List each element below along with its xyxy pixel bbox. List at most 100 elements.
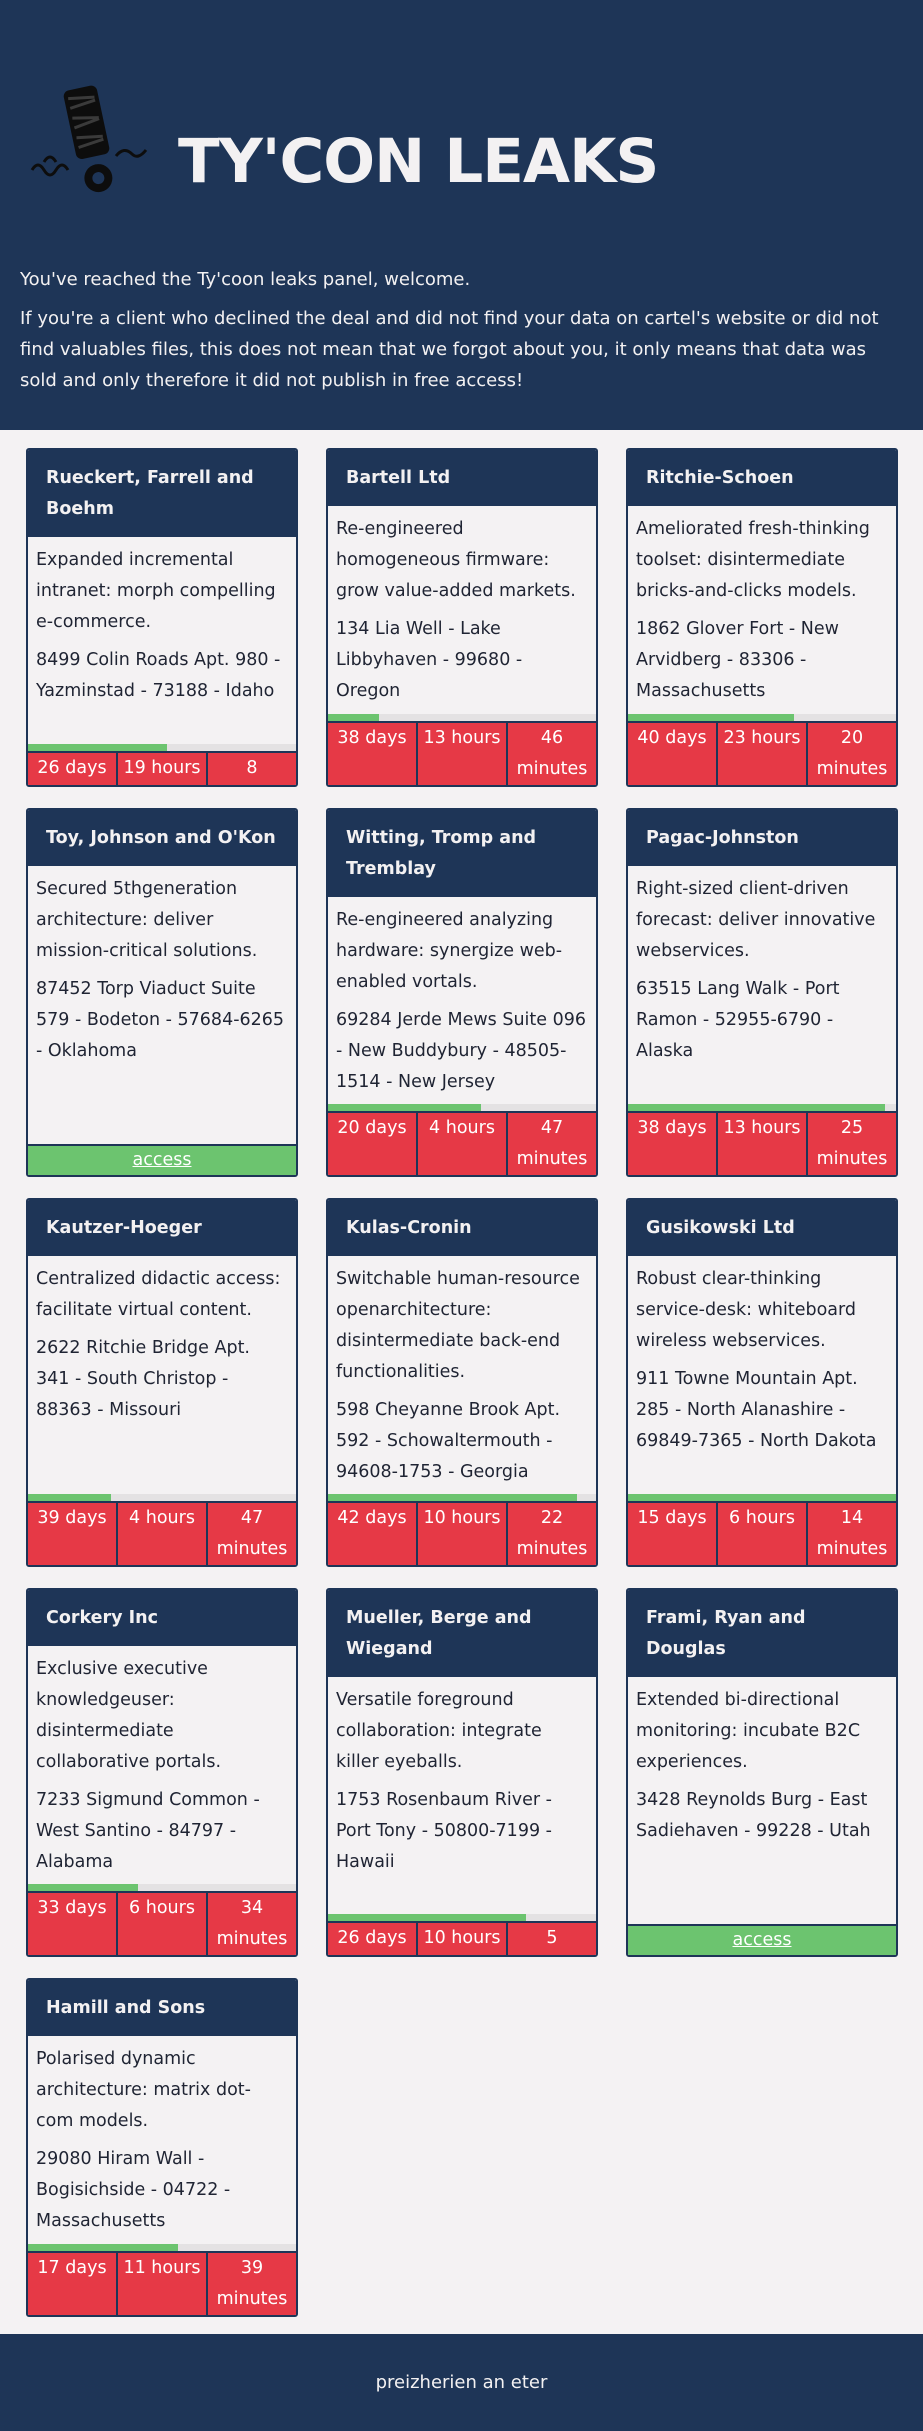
leak-card: Frami, Ryan and Douglas Extended bi-direc… <box>626 1588 898 1957</box>
card-body: Re-engineered homogeneous firmware: grow… <box>328 506 596 707</box>
company-name: Corkery Inc <box>28 1590 296 1646</box>
leak-card: Witting, Tromp and Tremblay Re-engineered… <box>326 808 598 1177</box>
countdown-minutes: 8 minutes <box>206 753 296 785</box>
leak-card: Rueckert, Farrell and Boehm Expanded incr… <box>26 448 298 787</box>
publish-progress-bar <box>328 1914 596 1921</box>
countdown-timer: 15 days 6 hours 14 minutes <box>628 1501 896 1565</box>
company-address: 8499 Colin Roads Apt. 980 - Yazminstad -… <box>36 650 281 701</box>
countdown-days: 33 days <box>37 1898 107 1918</box>
company-address: 69284 Jerde Mews Suite 096 - New Buddybu… <box>336 1010 586 1092</box>
countdown-timer: 39 days 4 hours 47 minutes <box>28 1501 296 1565</box>
publish-progress-fill <box>28 744 168 751</box>
company-address: 63515 Lang Walk - Port Ramon - 52955-679… <box>636 979 840 1061</box>
company-name: Kulas-Cronin <box>328 1200 596 1256</box>
company-description: Expanded incremental intranet: morph com… <box>36 550 276 632</box>
company-description: Switchable human-resource openarchitectu… <box>336 1269 580 1382</box>
leak-card: Toy, Johnson and O'Kon Secured 5thgenerat… <box>26 808 298 1177</box>
leak-card: Mueller, Berge and Wiegand Versatile fore… <box>326 1588 598 1957</box>
company-name: Gusikowski Ltd <box>628 1200 896 1256</box>
countdown-timer: 42 days 10 hours 22 minutes <box>328 1501 596 1565</box>
leak-card: Bartell Ltd Re-engineered homogeneous fir… <box>326 448 598 787</box>
countdown-days: 40 days <box>637 728 707 748</box>
publish-progress-bar <box>328 714 596 721</box>
card-body: Secured 5thgeneration architecture: deli… <box>28 866 296 1067</box>
countdown-days: 26 days <box>37 758 107 778</box>
countdown-hours: 10 hours <box>416 1923 506 1955</box>
site-footer: preizherien an eter <box>0 2334 923 2431</box>
leak-card: Corkery Inc Exclusive executive knowledge… <box>26 1588 298 1957</box>
company-description: Centralized didactic access: facilitate … <box>36 1269 281 1320</box>
publish-progress-fill <box>28 2244 179 2251</box>
countdown-minutes: 46 minutes <box>506 723 596 785</box>
card-body: Exclusive executive knowledgeuser: disin… <box>28 1646 296 1878</box>
countdown-minutes: 5 minutes <box>506 1923 596 1955</box>
card-body: Polarised dynamic architecture: matrix d… <box>28 2036 296 2237</box>
card-body: Re-engineered analyzing hardware: synerg… <box>328 897 596 1098</box>
countdown-minutes: 22 minutes <box>506 1503 596 1565</box>
countdown-timer: 33 days 6 hours 34 minutes <box>28 1891 296 1955</box>
company-description: Secured 5thgeneration architecture: deli… <box>36 879 258 961</box>
countdown-hours: 13 hours <box>716 1113 806 1175</box>
company-description: Versatile foreground collaboration: inte… <box>336 1690 542 1772</box>
publish-progress-bar <box>28 1494 296 1501</box>
card-body: Switchable human-resource openarchitectu… <box>328 1256 596 1488</box>
publish-progress-bar <box>28 2244 296 2251</box>
company-description: Right-sized client-driven forecast: deli… <box>636 879 876 961</box>
leak-card: Pagac-Johnston Right-sized client-driven … <box>626 808 898 1177</box>
countdown-timer: 17 days 11 hours 39 minutes <box>28 2251 296 2315</box>
countdown-hours: 19 hours <box>116 753 206 785</box>
leak-card: Kautzer-Hoeger Centralized didactic acces… <box>26 1198 298 1567</box>
countdown-timer: 26 days 19 hours8 minutes <box>28 751 296 785</box>
publish-progress-bar <box>328 1494 596 1501</box>
countdown-days: 17 days <box>37 2258 107 2278</box>
company-name: Ritchie-Schoen <box>628 450 896 506</box>
company-address: 1753 Rosenbaum River - Port Tony - 50800… <box>336 1790 552 1872</box>
company-address: 3428 Reynolds Burg - East Sadiehaven - 9… <box>636 1790 871 1841</box>
site-header: TY'CON LEAKS You've reached the Ty'coon … <box>0 0 923 430</box>
publish-progress-fill <box>328 1494 578 1501</box>
countdown-minutes: 34 minutes <box>206 1893 296 1955</box>
publish-progress-fill <box>28 1884 138 1891</box>
countdown-hours: 11 hours <box>116 2253 206 2315</box>
countdown-hours: 23 hours <box>716 723 806 785</box>
company-description: Polarised dynamic architecture: matrix d… <box>36 2049 251 2131</box>
countdown-minutes: 47 minutes <box>506 1113 596 1175</box>
company-address: 87452 Torp Viaduct Suite 579 - Bodeton -… <box>36 979 285 1061</box>
company-address: 134 Lia Well - Lake Libbyhaven - 99680 -… <box>336 619 523 701</box>
leak-card: Ritchie-Schoen Ameliorated fresh-thinking… <box>626 448 898 787</box>
card-body: Extended bi-directional monitoring: incu… <box>628 1677 896 1847</box>
company-name: Witting, Tromp and Tremblay <box>328 810 596 897</box>
countdown-minutes: 47 minutes <box>206 1503 296 1565</box>
countdown-hours: 10 hours <box>416 1503 506 1565</box>
welcome-text: You've reached the Ty'coon leaks panel, … <box>20 269 471 290</box>
card-body: Robust clear-thinking service-desk: whit… <box>628 1256 896 1457</box>
company-address: 2622 Ritchie Bridge Apt. 341 - South Chr… <box>36 1338 250 1420</box>
leak-card: Gusikowski Ltd Robust clear-thinking serv… <box>626 1198 898 1567</box>
countdown-minutes: 39 minutes <box>206 2253 296 2315</box>
company-name: Frami, Ryan and Douglas <box>628 1590 896 1677</box>
company-name: Kautzer-Hoeger <box>28 1200 296 1256</box>
logo-icon <box>30 85 148 193</box>
countdown-hours: 6 hours <box>116 1893 206 1955</box>
countdown-timer: 20 days 4 hours 47 minutes <box>328 1111 596 1175</box>
leak-card: Hamill and Sons Polarised dynamic archite… <box>26 1978 298 2317</box>
countdown-days: 15 days <box>637 1508 707 1528</box>
countdown-hours: 6 hours <box>716 1503 806 1565</box>
company-name: Pagac-Johnston <box>628 810 896 866</box>
countdown-timer: 38 days 13 hours 25 minutes <box>628 1111 896 1175</box>
countdown-days: 38 days <box>637 1118 707 1138</box>
access-link[interactable]: access <box>133 1150 192 1170</box>
notice-text: If you're a client who declined the deal… <box>20 308 879 391</box>
publish-progress-fill <box>628 1104 886 1111</box>
access-bar: access <box>628 1924 896 1955</box>
card-body: Versatile foreground collaboration: inte… <box>328 1677 596 1878</box>
company-name: Hamill and Sons <box>28 1980 296 2036</box>
publish-progress-fill <box>328 714 379 721</box>
publish-progress-fill <box>628 1494 896 1501</box>
countdown-minutes: 25 minutes <box>806 1113 896 1175</box>
countdown-days: 39 days <box>37 1508 107 1528</box>
leak-card: Kulas-Cronin Switchable human-resource op… <box>326 1198 598 1567</box>
countdown-minutes: 20 minutes <box>806 723 896 785</box>
company-description: Extended bi-directional monitoring: incu… <box>636 1690 861 1772</box>
access-link[interactable]: access <box>733 1930 792 1950</box>
